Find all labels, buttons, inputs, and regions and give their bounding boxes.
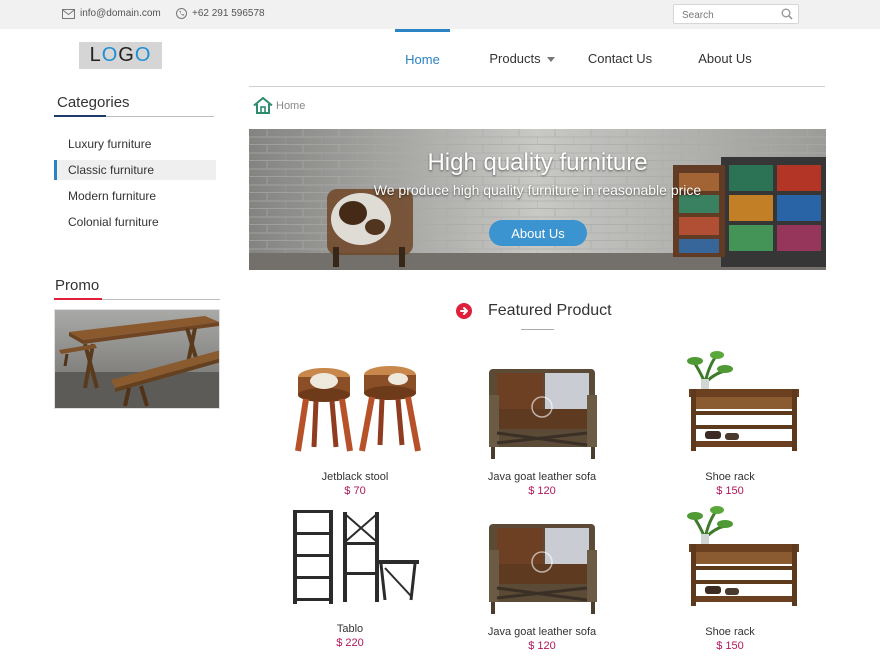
hero-title: High quality furniture	[427, 149, 648, 176]
search-icon[interactable]	[781, 8, 793, 20]
breadcrumb: Home	[253, 97, 305, 114]
nav-about-label: About Us	[698, 50, 752, 66]
hero-about-button[interactable]: About Us	[489, 220, 587, 246]
product-image[interactable]	[467, 355, 617, 463]
featured-title: Featured Product	[488, 302, 612, 319]
promo-rule-accent	[54, 298, 102, 300]
shoe-rack-illustration	[687, 351, 799, 451]
product-card[interactable]: Tablo $ 220	[260, 502, 440, 651]
product-card[interactable]: Shoe rack $ 150	[640, 500, 820, 654]
product-price: $ 150	[716, 640, 744, 652]
top-bar: info@domain.com +62 291 596578	[0, 0, 880, 29]
nav-products[interactable]: Products	[486, 29, 558, 87]
shoe-rack-illustration	[687, 506, 799, 606]
hero-banner: High quality furniture We produce high q…	[249, 129, 826, 270]
envelope-icon	[62, 8, 75, 19]
phone-icon	[176, 8, 187, 19]
product-card[interactable]: Java goat leather sofa $ 120	[452, 355, 632, 499]
category-item-luxury[interactable]: Luxury furniture	[54, 134, 216, 154]
hero-subtitle: We produce high quality furniture in rea…	[373, 182, 702, 198]
categories-title: Categories	[57, 94, 130, 111]
nav-products-label: Products	[489, 50, 541, 66]
logo[interactable]: LOGO	[79, 42, 162, 69]
logo-letter-o2: O	[134, 44, 152, 66]
product-image[interactable]	[275, 502, 425, 615]
nav-home-label: Home	[405, 52, 440, 67]
product-image[interactable]	[655, 500, 805, 618]
featured-header: Featured Product	[456, 302, 612, 320]
product-price: $ 150	[716, 485, 744, 497]
contact-phone[interactable]: +62 291 596578	[176, 8, 265, 19]
nav-home[interactable]: Home	[395, 29, 450, 87]
product-name[interactable]: Jetblack stool	[265, 471, 445, 485]
product-card[interactable]: Jetblack stool $ 70	[265, 355, 445, 499]
promo-rule	[54, 298, 220, 300]
home-icon[interactable]	[253, 97, 273, 114]
category-item-classic[interactable]: Classic furniture	[54, 160, 216, 180]
shelf-illustration	[293, 510, 419, 604]
contact-email-text: info@domain.com	[80, 8, 161, 19]
categories-rule	[54, 115, 214, 117]
logo-letter-g: G	[118, 44, 135, 66]
category-item-modern[interactable]: Modern furniture	[54, 186, 216, 206]
product-card[interactable]: Shoe rack $ 150	[640, 345, 820, 499]
product-price: $ 70	[344, 485, 366, 497]
stool-illustration	[295, 366, 421, 452]
sofa-illustration	[489, 369, 597, 459]
featured-rule	[521, 329, 554, 330]
product-image[interactable]	[467, 510, 617, 618]
search-box	[673, 4, 799, 25]
sofa-illustration	[489, 524, 597, 614]
category-item-colonial[interactable]: Colonial furniture	[54, 212, 216, 232]
product-name[interactable]: Java goat leather sofa	[452, 471, 632, 485]
product-image[interactable]	[655, 345, 805, 463]
nav-divider	[249, 86, 825, 87]
product-price: $ 120	[528, 485, 556, 497]
nav-contact[interactable]: Contact Us	[584, 29, 656, 87]
breadcrumb-home[interactable]: Home	[276, 100, 305, 112]
product-name[interactable]: Java goat leather sofa	[452, 626, 632, 640]
promo-title: Promo	[55, 277, 100, 294]
product-card[interactable]: Java goat leather sofa $ 120	[452, 510, 632, 654]
product-price: $ 220	[336, 637, 364, 649]
contact-phone-text: +62 291 596578	[192, 8, 265, 19]
product-image[interactable]	[280, 355, 430, 463]
chevron-down-icon	[546, 56, 555, 62]
nav-contact-label: Contact Us	[587, 50, 653, 66]
arrow-right-circle-icon	[456, 303, 472, 319]
product-name[interactable]: Tablo	[260, 623, 440, 637]
product-name[interactable]: Shoe rack	[640, 471, 820, 485]
categories-rule-accent	[54, 115, 106, 117]
product-name[interactable]: Shoe rack	[640, 626, 820, 640]
logo-letter-l: L	[89, 44, 102, 66]
contact-email[interactable]: info@domain.com	[62, 8, 161, 19]
product-price: $ 120	[528, 640, 556, 652]
promo-image[interactable]	[54, 309, 220, 409]
search-input[interactable]	[674, 6, 774, 25]
logo-letter-o1: O	[101, 44, 119, 66]
promo-table-illustration	[55, 310, 219, 408]
nav-about[interactable]: About Us	[692, 29, 758, 87]
